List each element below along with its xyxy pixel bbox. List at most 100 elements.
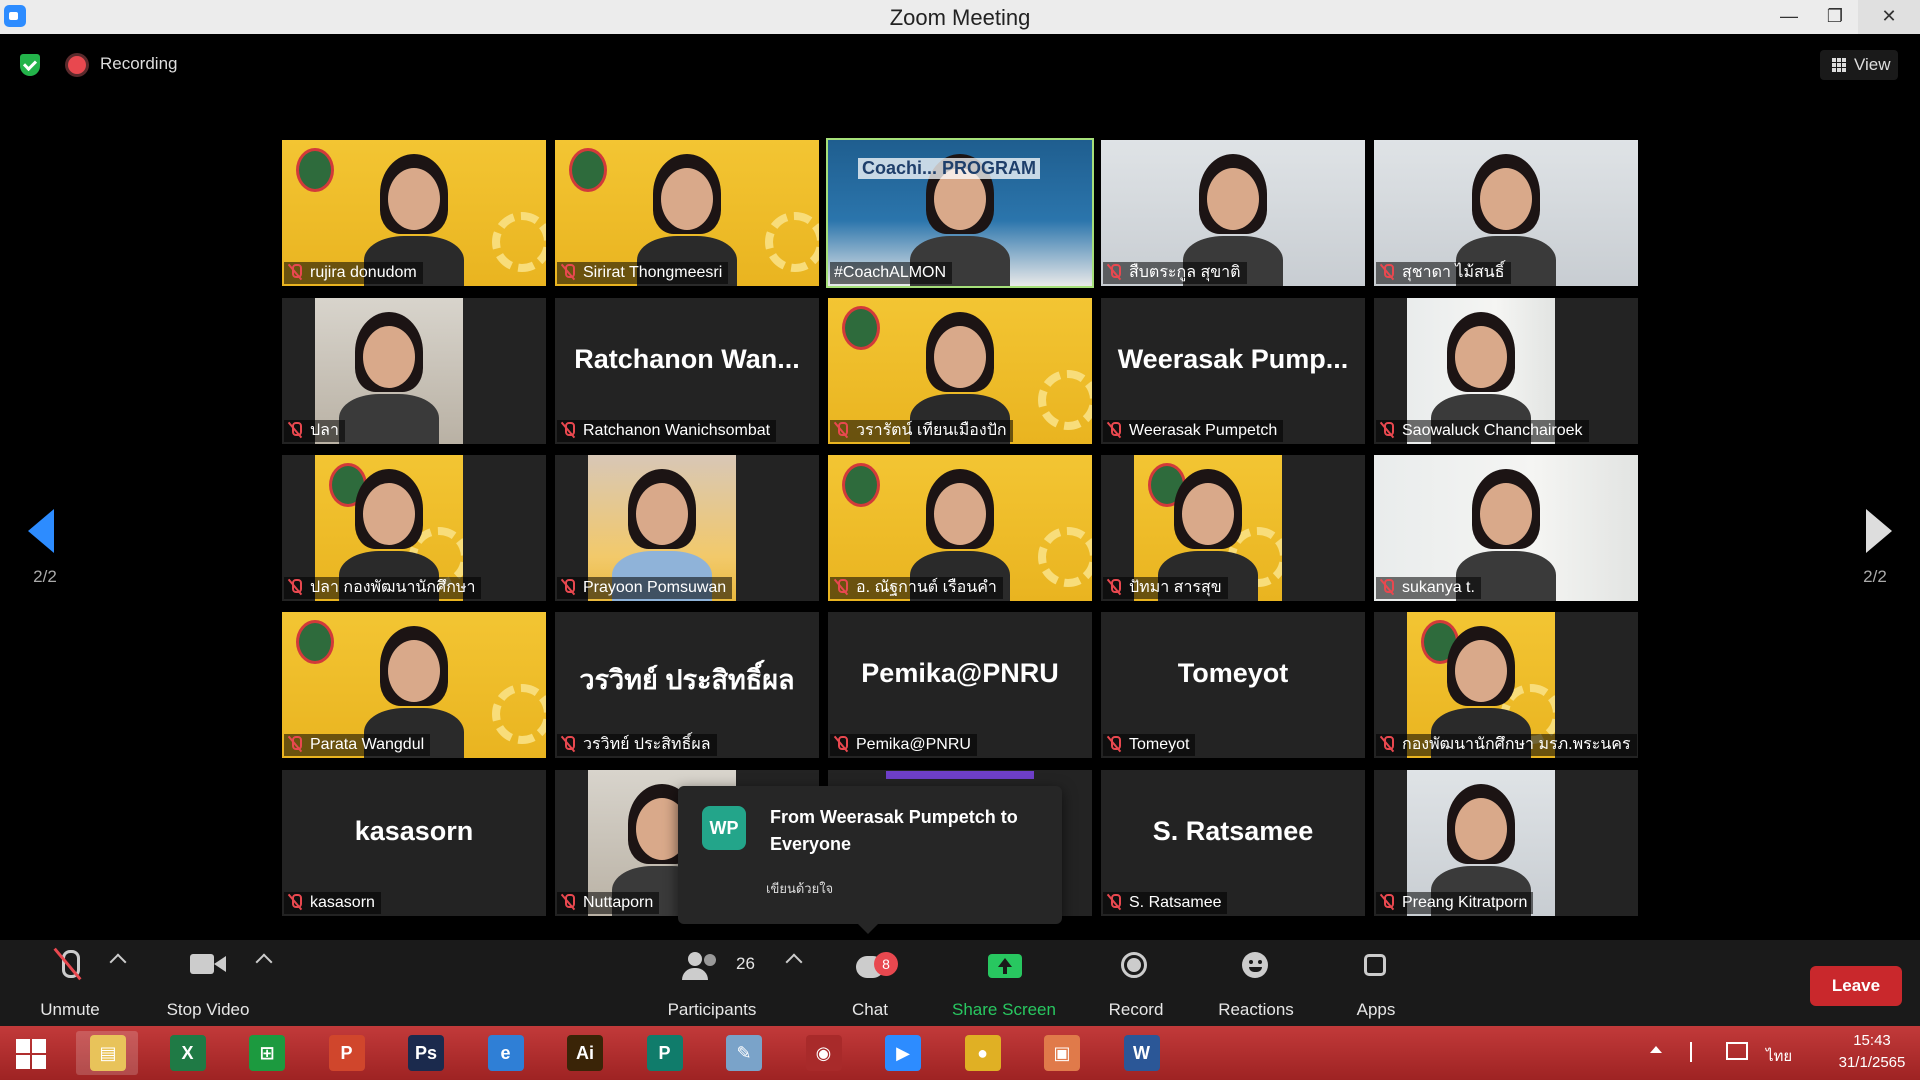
view-button[interactable]: View bbox=[1820, 50, 1898, 80]
tray-overflow-icon[interactable] bbox=[1650, 1046, 1662, 1053]
taskbar-illustrator-button[interactable]: Ai bbox=[553, 1031, 615, 1075]
participant-tile[interactable]: sukanya t. bbox=[1374, 455, 1638, 601]
security-shield-icon[interactable] bbox=[20, 54, 40, 76]
participant-tile[interactable]: กองพัฒนานักศึกษา มรภ.พระนคร bbox=[1374, 612, 1638, 758]
participant-tile[interactable]: kasasorn kasasorn bbox=[282, 770, 546, 916]
taskbar-internet-explorer-button[interactable]: e bbox=[474, 1031, 536, 1075]
taskbar-chrome-button[interactable]: ● bbox=[951, 1031, 1013, 1075]
internet-explorer-icon: e bbox=[487, 1035, 524, 1071]
participant-name-label: กองพัฒนานักศึกษา มรภ.พระนคร bbox=[1376, 734, 1637, 756]
participant-tile[interactable]: Prayoon Pomsuwan bbox=[555, 455, 819, 601]
taskbar-publisher-button[interactable]: P bbox=[633, 1031, 695, 1075]
action-center-flag-icon[interactable] bbox=[1690, 1042, 1708, 1062]
participant-tile[interactable]: ปัทมา สารสุข bbox=[1101, 455, 1365, 601]
next-page-button[interactable]: 2/2 bbox=[1850, 505, 1900, 586]
start-button[interactable] bbox=[4, 1031, 64, 1075]
participant-tile[interactable]: สุชาดา ไม้สนธิ์ bbox=[1374, 140, 1638, 286]
taskbar-zoom-button[interactable]: ▶ bbox=[871, 1031, 933, 1075]
record-icon bbox=[1096, 944, 1176, 984]
language-indicator[interactable]: ไทย bbox=[1766, 1044, 1792, 1068]
participant-name: Weerasak Pumpetch bbox=[1129, 422, 1278, 439]
network-icon[interactable] bbox=[1726, 1042, 1748, 1060]
taskbar-file-explorer-button[interactable]: ▤ bbox=[76, 1031, 138, 1075]
university-seal-icon bbox=[842, 463, 880, 507]
reactions-label: Reactions bbox=[1218, 1000, 1294, 1019]
apps-button[interactable]: Apps bbox=[1348, 944, 1404, 1022]
participant-tile[interactable]: Ratchanon Wan... Ratchanon Wanichsombat bbox=[555, 298, 819, 444]
participant-tile[interactable]: สืบตระกูล สุขาติ bbox=[1101, 140, 1365, 286]
taskbar-word-button[interactable]: W bbox=[1110, 1031, 1172, 1075]
participant-tile[interactable]: อ. ณัฐกานต์ เรือนคำ bbox=[828, 455, 1092, 601]
stop-video-button[interactable]: Stop Video bbox=[156, 944, 260, 1022]
participants-options-caret[interactable] bbox=[785, 953, 803, 971]
participant-name-label: Saowaluck Chanchairoek bbox=[1376, 420, 1589, 442]
participant-tile[interactable]: S. Ratsamee S. Ratsamee bbox=[1101, 770, 1365, 916]
participant-tile[interactable]: วรารัตน์ เทียนเมืองปัก bbox=[828, 298, 1092, 444]
clock-time[interactable]: 15:43 bbox=[1832, 1032, 1912, 1049]
chat-button[interactable]: 8 Chat bbox=[838, 944, 902, 1022]
participant-tile[interactable]: Weerasak Pump... Weerasak Pumpetch bbox=[1101, 298, 1365, 444]
participant-display-name: วรวิทย์ ประสิทธิ์ผล bbox=[579, 665, 795, 695]
participant-tile[interactable]: Pemika@PNRU Pemika@PNRU bbox=[828, 612, 1092, 758]
taskbar-store-button[interactable]: ⊞ bbox=[235, 1031, 297, 1075]
participant-name-label: Nuttaporn bbox=[557, 892, 660, 914]
muted-mic-icon bbox=[561, 422, 575, 438]
muted-mic-icon bbox=[288, 736, 302, 752]
taskbar-photos-button[interactable]: ▣ bbox=[1030, 1031, 1092, 1075]
muted-mic-icon bbox=[561, 579, 575, 595]
participant-name: วรวิทย์ ประสิทธิ์ผล bbox=[583, 736, 711, 753]
participant-name-label: kasasorn bbox=[284, 892, 381, 914]
store-icon: ⊞ bbox=[249, 1035, 285, 1071]
leave-button[interactable]: Leave bbox=[1810, 966, 1902, 1006]
participant-name: ปลา bbox=[310, 422, 339, 439]
unmute-button[interactable]: Unmute bbox=[28, 944, 112, 1022]
participant-name-label: Sirirat Thongmeesri bbox=[557, 262, 729, 284]
participant-tile[interactable]: Preang Kitratporn bbox=[1374, 770, 1638, 916]
grid-icon bbox=[1832, 58, 1846, 72]
participant-name-label: วรวิทย์ ประสิทธิ์ผล bbox=[557, 734, 717, 756]
share-screen-button[interactable]: Share Screen bbox=[944, 944, 1064, 1022]
participant-tile[interactable]: ปลา bbox=[282, 298, 546, 444]
muted-mic-icon bbox=[1380, 894, 1394, 910]
participants-button[interactable]: 26 Participants bbox=[656, 944, 768, 1022]
taskbar-excel-button[interactable]: X bbox=[156, 1031, 218, 1075]
view-label: View bbox=[1854, 55, 1891, 74]
minimize-button[interactable]: — bbox=[1766, 0, 1812, 34]
participant-name: อ. ณัฐกานต์ เรือนคำ bbox=[856, 579, 997, 596]
participant-display-name: Weerasak Pump... bbox=[1117, 344, 1349, 374]
participant-name: sukanya t. bbox=[1402, 579, 1475, 596]
participant-tile[interactable]: Parata Wangdul bbox=[282, 612, 546, 758]
participant-tile[interactable]: วรวิทย์ ประสิทธิ์ผล วรวิทย์ ประสิทธิ์ผล bbox=[555, 612, 819, 758]
chat-sender: From Weerasak Pumpetch to Everyone bbox=[770, 807, 1018, 854]
participant-name-label: sukanya t. bbox=[1376, 577, 1481, 599]
taskbar-photoshop-button[interactable]: Ps bbox=[394, 1031, 456, 1075]
taskbar-powerpoint-button[interactable]: P bbox=[315, 1031, 377, 1075]
taskbar-notes-button[interactable]: ✎ bbox=[712, 1031, 774, 1075]
participant-display-name: Tomeyot bbox=[1177, 658, 1289, 688]
university-seal-icon bbox=[296, 148, 334, 192]
reactions-button[interactable]: Reactions bbox=[1210, 944, 1302, 1022]
chat-notification-popup[interactable]: WP From Weerasak Pumpetch to Everyone เข… bbox=[678, 786, 1062, 934]
muted-mic-icon bbox=[28, 944, 112, 984]
video-camera-icon bbox=[156, 944, 260, 984]
participant-tile[interactable]: Sirirat Thongmeesri bbox=[555, 140, 819, 286]
participant-tile[interactable]: Coachi... PROGRAM #CoachALMON bbox=[826, 138, 1094, 288]
close-button[interactable]: ✕ bbox=[1858, 0, 1920, 34]
participant-name: Parata Wangdul bbox=[310, 736, 425, 753]
publisher-icon: P bbox=[646, 1035, 683, 1071]
participant-name: S. Ratsamee bbox=[1129, 894, 1222, 911]
audio-options-caret[interactable] bbox=[109, 953, 127, 971]
participant-tile[interactable]: Saowaluck Chanchairoek bbox=[1374, 298, 1638, 444]
muted-mic-icon bbox=[1380, 579, 1394, 595]
record-button[interactable]: Record bbox=[1096, 944, 1176, 1022]
participant-tile[interactable]: Tomeyot Tomeyot bbox=[1101, 612, 1365, 758]
previous-page-button[interactable]: 2/2 bbox=[20, 505, 70, 586]
participant-tile[interactable]: rujira donudom bbox=[282, 140, 546, 286]
university-seal-icon bbox=[842, 306, 880, 350]
participant-name-label: Ratchanon Wanichsombat bbox=[557, 420, 777, 442]
windows-logo-icon bbox=[16, 1039, 46, 1069]
clock-date[interactable]: 31/1/2565 bbox=[1832, 1054, 1912, 1071]
restore-button[interactable]: ❐ bbox=[1812, 0, 1858, 34]
participant-tile[interactable]: ปลา กองพัฒนานักศึกษา bbox=[282, 455, 546, 601]
taskbar-photoscape-button[interactable]: ◉ bbox=[792, 1031, 854, 1075]
